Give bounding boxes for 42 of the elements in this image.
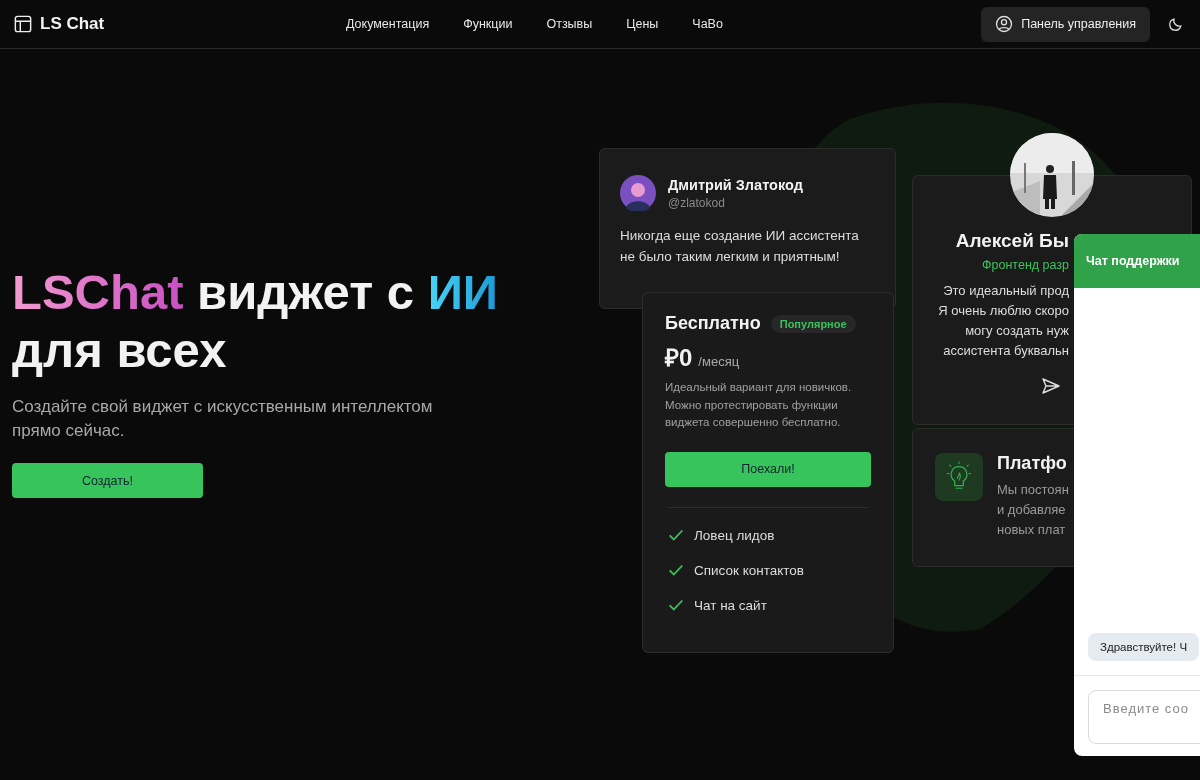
reviewer-role: Фронтенд разр: [982, 258, 1069, 272]
price-period: /месяц: [698, 354, 740, 369]
feature-label: Ловец лидов: [694, 527, 775, 543]
review-text-line: Это идеальный прод: [943, 282, 1069, 300]
plan-description: Идеальный вариант для новичков. Можно протестировать функции виджета совершенно бесплатно.: [665, 380, 853, 430]
review-text-line: ассистента буквальн: [943, 342, 1069, 360]
review-text-line: могу создать нуж: [965, 322, 1069, 340]
create-button[interactable]: Создать!: [12, 463, 203, 498]
nav-link[interactable]: Отзывы: [546, 17, 593, 31]
dashboard-button[interactable]: Панель управления: [981, 6, 1150, 42]
review-text-line: Я очень люблю скоро: [938, 302, 1069, 320]
feature-label: Чат на сайт: [694, 597, 767, 613]
chat-message: Здравствуйте! Ч: [1088, 633, 1200, 661]
brand-logo[interactable]: LS Chat: [14, 14, 105, 34]
reviewer-handle: @zlatokod: [668, 195, 726, 210]
lightbulb-icon: [935, 453, 983, 501]
send-icon[interactable]: [1041, 376, 1061, 396]
plan-price: ₽0: [665, 343, 693, 373]
feature-text-line: и добавляе: [997, 501, 1067, 519]
message-input[interactable]: Введите соо: [1088, 690, 1200, 744]
popular-badge: Популярное: [770, 314, 856, 333]
hero-subtitle: Создайте свой виджет с искусственным интеллектом прямо сейчас.: [12, 396, 434, 442]
nav-link[interactable]: ЧаВо: [692, 17, 723, 31]
moon-icon[interactable]: [1168, 16, 1184, 32]
feature-title: Платфо: [997, 453, 1068, 474]
hero-title: LSChat виджет с ИИ для всех: [12, 264, 500, 379]
chat-title: Чат поддержки: [1086, 254, 1180, 268]
feature-label: Список контактов: [694, 562, 804, 578]
reviewer-name: Дмитрий Златокод: [668, 176, 803, 193]
feature-text-line: Мы постоян: [997, 481, 1069, 499]
feature-text-line: новых плат: [997, 521, 1067, 539]
plan-name: Бесплатно: [665, 313, 761, 334]
user-icon: [995, 15, 1014, 33]
nav-link[interactable]: Цены: [626, 17, 659, 31]
nav-link[interactable]: Документация: [346, 17, 430, 31]
avatar-icon: [620, 175, 656, 211]
nav-link[interactable]: Функции: [463, 17, 513, 31]
reviewer-name: Алексей Бы: [955, 230, 1069, 252]
review-text: Никогда еще создание ИИ ассистента не было таким легким и приятным!: [620, 227, 860, 266]
brand-name: LS Chat: [40, 14, 105, 34]
layout-icon: [14, 15, 32, 33]
start-button[interactable]: Поехали!: [665, 451, 871, 487]
